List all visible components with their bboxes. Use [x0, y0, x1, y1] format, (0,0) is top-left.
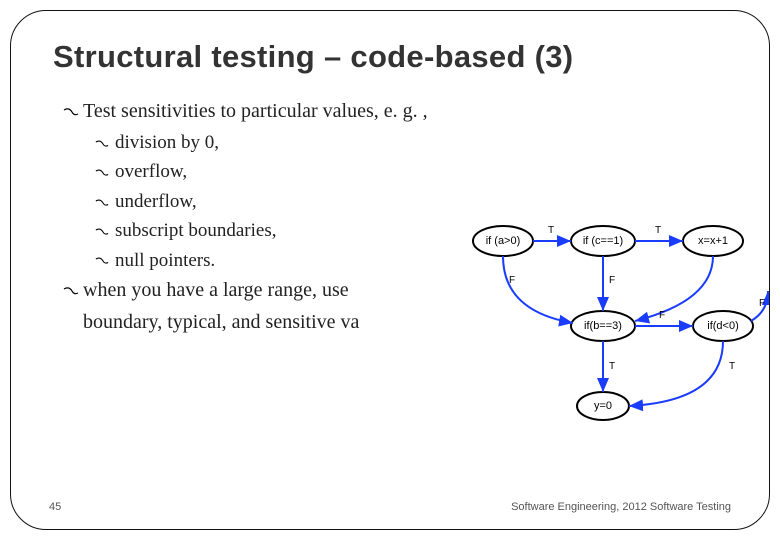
- edge-label: T: [655, 225, 661, 236]
- slide-footer: 45 Software Engineering, 2012 Software T…: [49, 501, 731, 513]
- curl-bullet-icon: [63, 98, 83, 127]
- edge-label: T: [548, 225, 554, 236]
- curl-bullet-icon: [95, 159, 115, 187]
- bullet-text: Test sensitivities to particular values,…: [83, 100, 428, 122]
- bullet-text: boundary, typical, and sensitive va: [83, 311, 359, 333]
- node-label: y=0: [594, 400, 612, 412]
- curl-bullet-icon: [95, 189, 115, 217]
- bullet-text: overflow,: [115, 161, 187, 182]
- edge-label: T: [609, 361, 615, 372]
- page-number: 45: [49, 501, 61, 513]
- edge-label: F: [609, 275, 615, 286]
- bullet-text: subscript boundaries,: [115, 220, 276, 241]
- node-label: x=x+1: [698, 235, 728, 247]
- edge-label: F: [759, 298, 765, 309]
- bullet-text: division by 0,: [115, 132, 219, 153]
- node-label: if (a>0): [486, 235, 521, 247]
- bullet-l1: Test sensitivities to particular values,…: [53, 97, 727, 127]
- edge-label: T: [729, 361, 735, 372]
- curl-bullet-icon: [95, 130, 115, 158]
- bullet-text: null pointers.: [115, 250, 215, 271]
- bullet-l2: division by 0,: [53, 129, 727, 157]
- node-label: if(d<0): [707, 320, 739, 332]
- bullet-text: when you have a large range, use: [83, 279, 349, 301]
- node-label: if (c==1): [583, 235, 623, 247]
- node-label: if(b==3): [584, 320, 622, 332]
- flow-diagram: if (a>0) if (c==1) x=x+1 if(b==3) if(d<0…: [463, 211, 770, 441]
- curl-bullet-icon: [63, 277, 83, 306]
- curl-bullet-icon: [95, 218, 115, 246]
- bullet-text: underflow,: [115, 191, 197, 212]
- slide-frame: Structural testing – code-based (3) Test…: [10, 10, 770, 530]
- edge-label: F: [659, 310, 665, 321]
- footer-text: Software Engineering, 2012 Software Test…: [511, 501, 731, 513]
- curl-bullet-icon: [95, 247, 115, 275]
- edge-label: F: [509, 275, 515, 286]
- slide-title: Structural testing – code-based (3): [53, 39, 727, 75]
- bullet-l2: overflow,: [53, 158, 727, 186]
